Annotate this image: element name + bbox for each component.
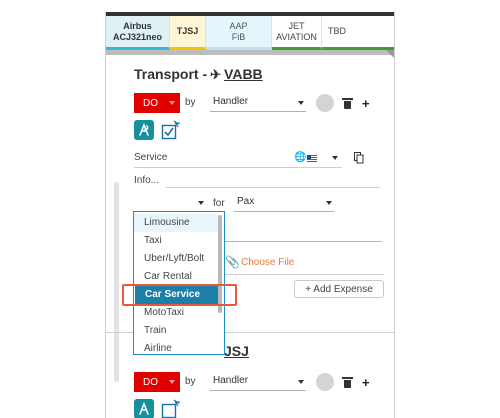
toggle-switch[interactable] (316, 94, 334, 112)
transport-type-dropdown[interactable]: Limousine Taxi Uber/Lyft/Bolt Car Rental… (133, 211, 225, 355)
chevron-down-icon (169, 380, 175, 384)
tab-airport[interactable]: TJSJ (170, 16, 206, 50)
dropdown-option-car-service[interactable]: Car Service (135, 286, 221, 304)
handler-select-2[interactable]: Handler (210, 373, 306, 391)
pax-value: Pax (237, 196, 255, 207)
toggle-switch-2[interactable] (316, 373, 334, 391)
checkbox-plane-icon[interactable] (161, 399, 181, 418)
status-label-2: DO (143, 376, 158, 388)
plus-icon[interactable]: + (362, 376, 370, 389)
section-title-2: JSJ (224, 343, 249, 359)
checkbox-plane-icon[interactable] (161, 120, 181, 140)
add-expense-button[interactable]: + Add Expense (294, 280, 384, 298)
choose-file-link[interactable]: Choose File (241, 257, 294, 268)
trash-icon[interactable] (342, 98, 353, 109)
copy-icon[interactable] (354, 151, 364, 164)
dropdown-option-train[interactable]: Train (134, 322, 218, 340)
chevron-down-icon (298, 101, 304, 105)
file-field (224, 274, 384, 275)
transport-icon[interactable] (134, 120, 154, 140)
pax-select[interactable]: Pax (234, 194, 334, 212)
tab-aircraft[interactable]: Airbus ACJ321neo (106, 16, 170, 50)
globe-icon[interactable]: 🌐 (294, 152, 306, 163)
tab-service[interactable]: JET AVIATION (272, 16, 322, 50)
tab-aircraft-line1: Airbus (123, 20, 152, 31)
dropdown-option-mototaxi[interactable]: MotoTaxi (134, 304, 218, 322)
tab-spacer (352, 16, 394, 50)
corner-fold (386, 50, 394, 58)
info-label: Info... (134, 175, 160, 186)
tab-aircraft-line2: ACJ321neo (112, 31, 163, 42)
airplane-icon: ✈ (210, 67, 222, 82)
tab-tbd[interactable]: TBD (322, 16, 352, 50)
dropdown-option-car-rental[interactable]: Car Rental (134, 268, 218, 286)
chevron-down-icon (198, 201, 204, 205)
pax-count-select[interactable] (166, 194, 206, 212)
tab-fbo-line2: FiB (231, 31, 246, 42)
panel-scrollbar[interactable] (114, 182, 119, 382)
dropdown-option-uber[interactable]: Uber/Lyft/Bolt (134, 250, 218, 268)
dropdown-option-taxi[interactable]: Taxi (134, 232, 218, 250)
destination-icao[interactable]: VABB (224, 66, 263, 82)
for-label: for (213, 198, 225, 209)
notes-field[interactable] (224, 241, 382, 242)
tab-tbd-label: TBD (328, 26, 346, 36)
status-dropdown[interactable]: DO (134, 93, 180, 113)
destination-icao-2[interactable]: JSJ (224, 343, 249, 359)
transport-panel: Airbus ACJ321neo TJSJ AAP FiB JET AVIATI… (105, 12, 395, 418)
handler-select[interactable]: Handler (210, 94, 306, 112)
paperclip-icon: 📎 (225, 255, 240, 269)
trip-tabs: Airbus ACJ321neo TJSJ AAP FiB JET AVIATI… (106, 16, 394, 50)
info-field[interactable] (166, 187, 380, 188)
tab-fbo-line1: AAP (229, 20, 248, 31)
dropdown-scrollbar[interactable] (218, 215, 222, 313)
plus-icon[interactable]: + (362, 97, 370, 110)
tab-airport-label: TJSJ (176, 26, 199, 36)
dropdown-option-airline[interactable]: Airline (134, 340, 218, 358)
flag-icon (307, 155, 317, 162)
handler-value-2: Handler (213, 375, 249, 386)
section-title: Transport - ✈ VABB (134, 66, 263, 83)
tab-underbar (106, 50, 394, 55)
trash-icon[interactable] (342, 377, 353, 388)
tab-service-line2: AVIATION (276, 31, 317, 42)
service-label: Service (134, 152, 168, 163)
handler-value: Handler (213, 96, 249, 107)
tab-fbo[interactable]: AAP FiB (206, 16, 272, 50)
by-label: by (185, 97, 196, 108)
section-title-prefix: Transport - (134, 66, 208, 82)
chevron-down-icon (326, 201, 332, 205)
chevron-down-icon (169, 101, 175, 105)
chevron-down-icon (298, 380, 304, 384)
transport-icon-2[interactable] (134, 399, 154, 418)
tab-service-line1: JET (288, 20, 305, 31)
status-label: DO (143, 97, 158, 109)
service-field[interactable] (134, 167, 342, 168)
dropdown-option-limousine[interactable]: Limousine (134, 214, 218, 232)
by-label-2: by (185, 376, 196, 387)
chevron-down-icon[interactable] (332, 156, 338, 160)
status-dropdown-2[interactable]: DO (134, 372, 180, 392)
